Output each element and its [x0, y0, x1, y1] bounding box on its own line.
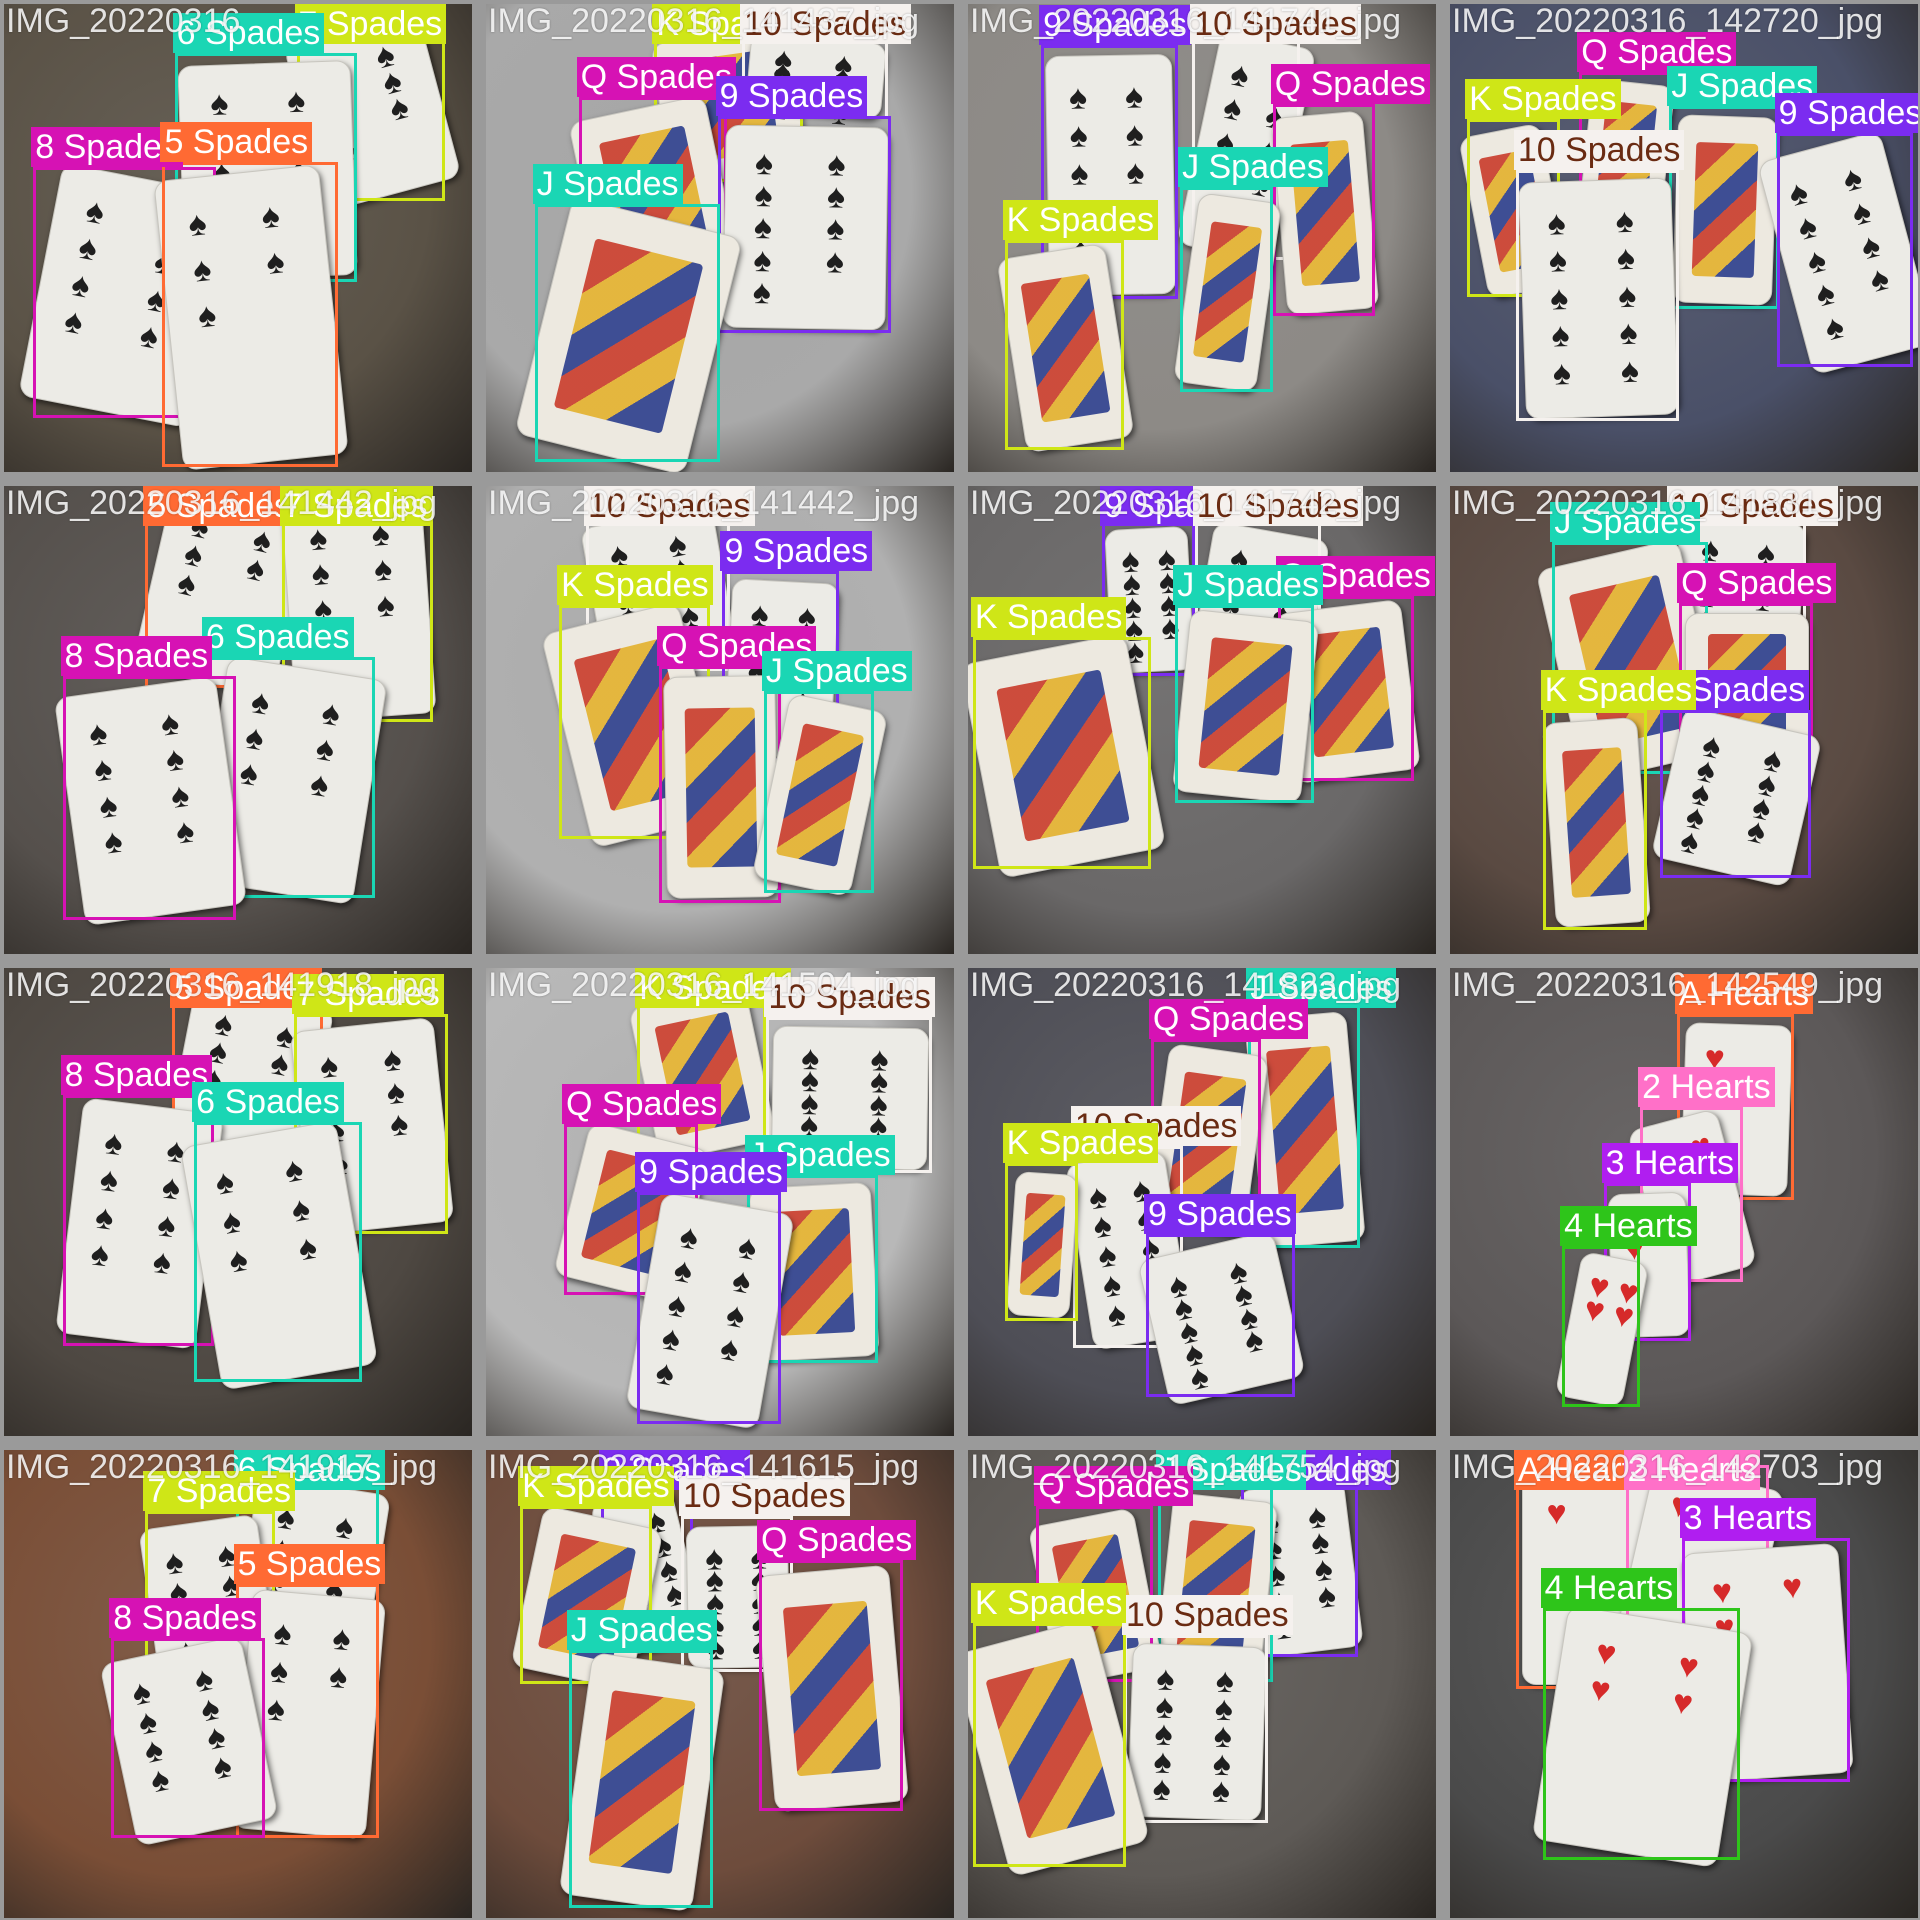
image-filename: IMG_20220316_141442_jpg — [488, 486, 920, 522]
image-tile: ♠♠♠♠♠♠♠♠♠♠♠♠♠♠♠♠♠♠♠9 SpadesJ SpadesQ Spa… — [968, 1450, 1436, 1918]
detection-box — [763, 690, 874, 894]
detection-box — [1004, 240, 1124, 451]
image-tile: ♠ ♠ ♠ ♠ ♠ ♠ ♠ ♠ ♠ ♠ ♠ ♠ ♠ ♠ ♠ ♠ ♠ ♠ ♠ Q Spades K Spades J Spa… — [1450, 4, 1918, 472]
detection-label: 10 Spades — [1513, 129, 1685, 170]
image-filename: IMG_20220316 — [6, 4, 241, 40]
detection-box — [1542, 710, 1648, 930]
image-tile: ♥♥♥♥♥♥♥♥♥♥A Hearts2 Hearts3 Hearts4 Hear… — [1450, 1450, 1918, 1918]
detection-label: 9 Spades — [715, 76, 868, 117]
detection-box — [1542, 1608, 1741, 1860]
detection-label: J Spades — [1178, 146, 1328, 187]
detection-box — [1669, 106, 1780, 309]
detection-label: Q Spades — [1677, 563, 1837, 603]
image-tile: ♠♠♠♠♠♠♠♠♠♠♠♠♠♠♠♠♠♠♠♠♠♠♠♠♠♠6 Spades7 Spad… — [4, 1450, 472, 1918]
detection-box — [62, 1094, 214, 1346]
detection-label: Q Spades — [1270, 63, 1430, 104]
detection-label: K Spades — [970, 1583, 1127, 1624]
detection-label: 3 Hearts — [1679, 1497, 1817, 1538]
detection-label: 10 Spades — [1122, 1595, 1293, 1636]
image-filename: IMG_20220316_141437_jpg — [488, 4, 920, 40]
image-tile: ♠♠♠♠♠♠♠♠♠♠♠♠♠♠♠♠♠♠♠♠♠♠♠♠♠♠5 Spades7 Spad… — [4, 968, 472, 1436]
detection-mosaic: ♠♠♠♠♠♠♠♠♠♠♠♠♠♠♠♠♠♠♠♠♠♠♠♠♠♠7 Spades6 Spad… — [0, 0, 1920, 1920]
detection-box — [62, 676, 236, 920]
detection-box — [1004, 1163, 1078, 1322]
detection-box — [1515, 169, 1680, 421]
image-tile: ♠♠♠♠♠♠♠♠♠♠♠♠♠♠♠♠♠♠♠♠♠♠♠♠♠♠7 Spades6 Spad… — [4, 4, 472, 472]
detection-label: K Spades — [1540, 670, 1697, 711]
detection-label: K Spades — [1002, 200, 1159, 241]
image-filename: IMG_20220316_141754_jpg — [970, 1450, 1402, 1486]
image-tile: ♠♠♠♠♠♠♠♠♠♠♠♠♠♠♠♠♠♠♠K Spades10 SpadesQ Sp… — [486, 4, 954, 472]
detection-box — [1145, 1233, 1295, 1397]
image-filename: IMG_20220316_141615_jpg — [488, 1450, 920, 1486]
detection-label: 8 Spades — [60, 1054, 213, 1095]
detection-label: Q Spades — [757, 1519, 917, 1560]
image-filename: IMG_20220316_141442_jpg — [6, 486, 438, 522]
image-tile: ♠♠♠♠♠♠♠♠♠♠♠♠♠♠♠♠♠♠♠10 SpadesJ SpadesQ Sp… — [1450, 486, 1918, 954]
image-filename: IMG_20220316_141741_jpg — [970, 4, 1402, 40]
detection-box — [1272, 103, 1376, 316]
detection-label: 8 Spades — [60, 636, 213, 677]
detection-label: 9 Spades — [635, 1152, 787, 1193]
detection-label: K Spades — [970, 597, 1127, 638]
detection-label: K Spades — [557, 565, 713, 606]
detection-box — [1776, 133, 1914, 368]
image-tile: ♠♠♠♠♠♠♠♠♠♠♠♠♠♠♠♠♠♠♠K Spades10 SpadesQ Sp… — [486, 968, 954, 1436]
image-filename: IMG_20220316_141504_jpg — [488, 968, 920, 1004]
image-tile: ♠♠♠♠♠♠♠♠♠♠♠♠♠♠♠♠♠♠♠9 Spades10 SpadesK Sp… — [486, 1450, 954, 1918]
detection-box — [1175, 605, 1315, 803]
image-filename: IMG_20220316_142549_jpg — [1452, 968, 1884, 1004]
detection-label: 9 Spades — [1143, 1193, 1296, 1234]
image-tile: ♠♠♠♠♠♠♠♠♠♠♠♠♠♠♠♠♠♠♠9 Spades10 SpadesQ Sp… — [968, 486, 1436, 954]
detection-label: 5 Spades — [233, 1544, 386, 1585]
detection-label: 9 Spades — [1774, 93, 1918, 134]
detection-box — [972, 1623, 1127, 1867]
detection-label: 2 Hearts — [1638, 1066, 1775, 1107]
detection-label: 3 Hearts — [1601, 1142, 1739, 1183]
detection-box — [1659, 710, 1811, 879]
detection-box — [568, 1649, 713, 1909]
image-filename: IMG_20220316_141917_jpg — [6, 1450, 438, 1486]
detection-label: K Spades — [1002, 1123, 1159, 1163]
image-tile: ♥♥♥♥♥♥♥♥♥♥A Hearts2 Hearts3 Hearts4 Hear… — [1450, 968, 1918, 1436]
detection-label: 9 Spades — [720, 531, 873, 572]
detection-label: J Spades — [1173, 565, 1323, 606]
detection-label: 4 Hearts — [1560, 1205, 1697, 1246]
detection-box — [534, 203, 720, 463]
detection-box — [111, 1637, 265, 1838]
detection-box — [162, 162, 338, 468]
image-filename: IMG_20220316_141918_jpg — [6, 968, 438, 1004]
image-filename: IMG_20220316_141823_jpg — [970, 968, 1402, 1004]
detection-label: Q Spades — [562, 1084, 722, 1124]
detection-box — [717, 116, 891, 334]
image-tile: ♠♠♠♠♠♠♠♠♠♠♠♠♠♠♠♠♠♠♠10 Spades9 SpadesK Sp… — [486, 486, 954, 954]
detection-label: J Spades — [532, 163, 683, 204]
detection-label: 8 Spades — [109, 1597, 261, 1638]
detection-label: 4 Hearts — [1540, 1568, 1678, 1609]
detection-box — [1562, 1245, 1641, 1407]
image-filename: IMG_20220316_142703_jpg — [1452, 1450, 1884, 1486]
detection-box — [1124, 1635, 1268, 1823]
detection-box — [637, 1192, 781, 1424]
image-filename: IMG_20220316_142720_jpg — [1452, 4, 1884, 40]
detection-label: 6 Spades — [201, 616, 354, 657]
detection-label: 6 Spades — [192, 1081, 344, 1122]
detection-label: J Spades — [761, 650, 912, 691]
detection-label: Q Spades — [576, 56, 736, 97]
detection-box — [972, 637, 1151, 869]
detection-box — [194, 1121, 363, 1383]
detection-label: J Spades — [566, 1609, 717, 1650]
image-filename: IMG_20220316_141742_jpg — [970, 486, 1402, 522]
detection-label: K Spades — [1465, 78, 1621, 119]
image-tile: ♠♠♠♠♠♠♠♠♠♠♠♠♠♠♠♠♠♠♠9 Spades10 SpadesQ Sp… — [968, 4, 1436, 472]
detection-box — [1180, 186, 1273, 392]
image-tile: ♠♠♠♠♠♠♠♠♠♠♠♠♠♠♠♠♠♠♠♠♠♠♠♠♠♠5 Spades7 Spad… — [4, 486, 472, 954]
detection-box — [759, 1559, 903, 1811]
detection-label: 5 Spades — [160, 122, 313, 163]
image-tile: ♠♠♠♠♠♠♠♠♠♠♠♠♠♠♠♠♠♠♠J SpadesQ Spades10 Sp… — [968, 968, 1436, 1436]
image-filename: IMG_20220316_141831_jpg — [1452, 486, 1884, 522]
